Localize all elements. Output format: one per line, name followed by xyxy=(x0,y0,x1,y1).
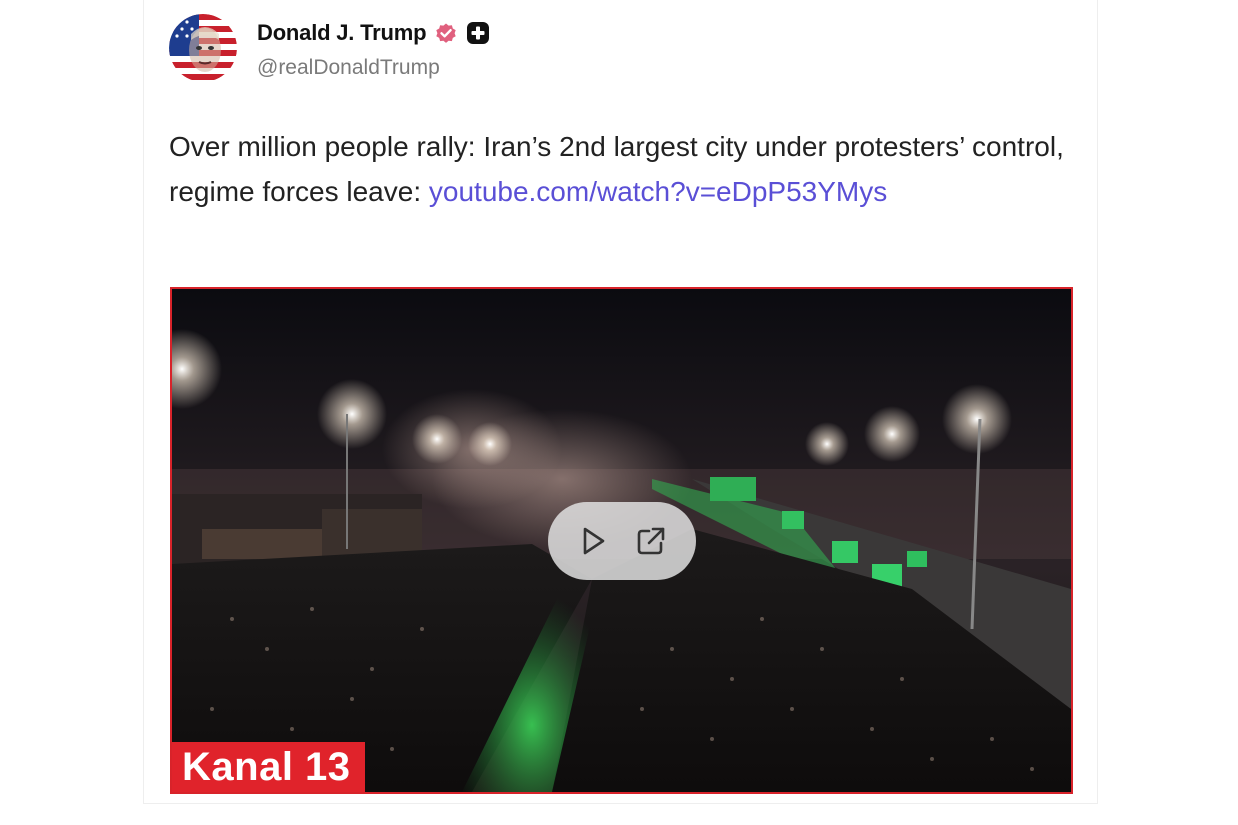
author-name-row: Donald J. Trump xyxy=(257,18,490,48)
author-handle[interactable]: @realDonaldTrump xyxy=(257,56,440,80)
verified-badge-icon xyxy=(436,23,457,43)
video-controls-pill xyxy=(548,502,696,580)
avatar-portrait-image xyxy=(169,14,237,82)
play-icon[interactable] xyxy=(576,524,610,558)
post-link[interactable]: youtube.com/watch?v=eDpP53YMys xyxy=(429,176,887,207)
channel-watermark: Kanal 13 xyxy=(172,742,365,792)
post-body: Over million people rally: Iran’s 2nd la… xyxy=(169,124,1074,214)
external-link-icon[interactable] xyxy=(634,524,668,558)
author-avatar[interactable] xyxy=(169,14,237,82)
author-display-name[interactable]: Donald J. Trump xyxy=(257,20,427,46)
plus-badge-icon xyxy=(467,22,490,44)
video-embed[interactable]: Kanal 13 xyxy=(170,287,1073,794)
post-card: Donald J. Trump @realDonaldTrump Over mi… xyxy=(143,0,1098,804)
